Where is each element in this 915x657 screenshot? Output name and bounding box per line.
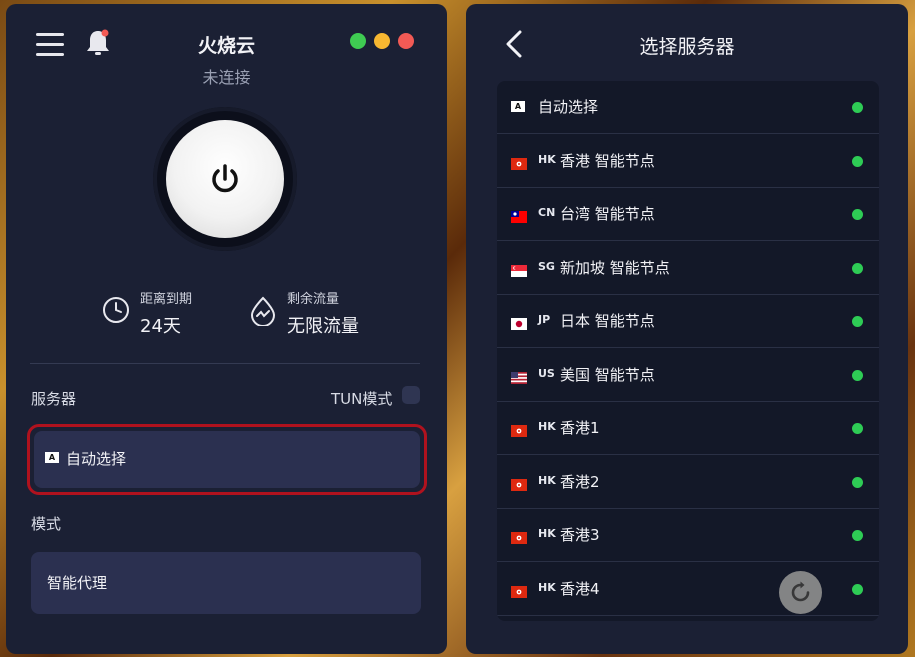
server-name: 台湾 智能节点 bbox=[560, 205, 655, 223]
server-name: 日本 智能节点 bbox=[560, 312, 655, 330]
jp-flag-icon bbox=[511, 315, 527, 330]
server-row[interactable]: HK 香港1 bbox=[497, 402, 879, 455]
online-status-dot bbox=[852, 530, 863, 541]
server-row[interactable]: HK 香港2 bbox=[497, 456, 879, 509]
selected-server-name: 自动选择 bbox=[66, 450, 127, 468]
main-panel: 火烧云 未连接 距离到期 24天 剩余流量 无限流量 服务器 TUN模式 A 自… bbox=[6, 4, 447, 654]
hk-flag-icon bbox=[511, 476, 527, 491]
power-button[interactable] bbox=[166, 120, 284, 238]
server-list-panel: 选择服务器 A 自动选择 HK 香港 智能节点 CN 台湾 智能节点 SG 新加坡 智能节点 J… bbox=[466, 4, 908, 654]
server-name: 自动选择 bbox=[538, 98, 599, 116]
page-title: 选择服务器 bbox=[639, 36, 735, 58]
server-list: A 自动选择 HK 香港 智能节点 CN 台湾 智能节点 SG 新加坡 智能节点 JP 日本 智能… bbox=[497, 81, 879, 621]
server-name: 新加坡 智能节点 bbox=[560, 258, 670, 277]
mode-selector[interactable]: 智能代理 bbox=[31, 552, 421, 614]
server-name: 香港3 bbox=[560, 526, 600, 544]
server-name: 香港1 bbox=[560, 419, 600, 437]
server-code: US bbox=[538, 366, 555, 380]
online-status-dot bbox=[852, 102, 863, 113]
online-status-dot bbox=[852, 423, 863, 434]
tun-mode-toggle[interactable] bbox=[402, 386, 420, 404]
server-code: HK bbox=[538, 420, 556, 433]
expiry-value: 24天 bbox=[140, 316, 181, 337]
hk-flag-icon bbox=[511, 155, 527, 170]
server-row[interactable]: HK 香港 智能节点 bbox=[497, 135, 879, 188]
server-row[interactable]: JP 日本 智能节点 bbox=[497, 295, 879, 348]
server-row[interactable]: US 美国 智能节点 bbox=[497, 349, 879, 402]
server-name: 美国 智能节点 bbox=[560, 365, 655, 384]
tw-flag-icon bbox=[511, 208, 527, 223]
hk-flag-icon bbox=[511, 529, 527, 544]
server-section-label: 服务器 bbox=[31, 390, 77, 408]
server-code: JP bbox=[538, 313, 551, 326]
connection-status: 未连接 bbox=[202, 68, 251, 87]
online-status-dot bbox=[852, 262, 863, 274]
us-flag-icon bbox=[511, 369, 527, 384]
tun-mode-label: TUN模式 bbox=[331, 390, 393, 408]
server-name: 香港2 bbox=[560, 472, 600, 491]
server-code: CN bbox=[538, 206, 556, 219]
window-controls bbox=[350, 33, 422, 53]
mode-value: 智能代理 bbox=[47, 574, 108, 592]
server-row[interactable]: HK 香港3 bbox=[497, 509, 879, 562]
auto-badge-icon: A bbox=[45, 452, 59, 463]
clock-icon bbox=[103, 297, 129, 323]
expiry-label: 距离到期 bbox=[140, 292, 193, 307]
server-code: HK bbox=[538, 580, 556, 594]
maximize-button[interactable] bbox=[350, 33, 366, 49]
server-code: HK bbox=[538, 473, 556, 487]
online-status-dot bbox=[852, 155, 863, 167]
power-ring bbox=[153, 107, 297, 251]
online-status-dot bbox=[852, 476, 863, 488]
server-name: 香港 智能节点 bbox=[560, 151, 655, 170]
hk-flag-icon bbox=[511, 422, 527, 437]
traffic-value: 无限流量 bbox=[287, 316, 359, 337]
server-code: HK bbox=[538, 152, 556, 166]
server-row[interactable]: SG 新加坡 智能节点 bbox=[497, 242, 879, 295]
online-status-dot bbox=[852, 209, 863, 220]
server-selector[interactable]: A 自动选择 bbox=[27, 424, 427, 495]
auto-badge-icon: A bbox=[511, 101, 525, 112]
sg-flag-icon bbox=[511, 262, 527, 277]
traffic-label: 剩余流量 bbox=[287, 292, 340, 307]
server-row[interactable]: CN 台湾 智能节点 bbox=[497, 188, 879, 241]
refresh-button[interactable] bbox=[779, 571, 822, 614]
drop-icon bbox=[250, 296, 276, 326]
online-status-dot bbox=[852, 369, 863, 381]
hk-flag-icon bbox=[511, 583, 527, 598]
server-row[interactable]: A 自动选择 bbox=[497, 81, 879, 134]
server-code: SG bbox=[538, 259, 555, 273]
close-button[interactable] bbox=[398, 33, 414, 49]
server-code: HK bbox=[538, 527, 556, 540]
refresh-icon bbox=[791, 581, 810, 602]
mode-section-label: 模式 bbox=[31, 515, 62, 533]
online-status-dot bbox=[852, 583, 863, 595]
divider bbox=[30, 363, 420, 364]
online-status-dot bbox=[852, 316, 863, 327]
minimize-button[interactable] bbox=[374, 33, 390, 49]
server-name: 香港4 bbox=[560, 579, 600, 598]
power-icon bbox=[212, 164, 238, 193]
